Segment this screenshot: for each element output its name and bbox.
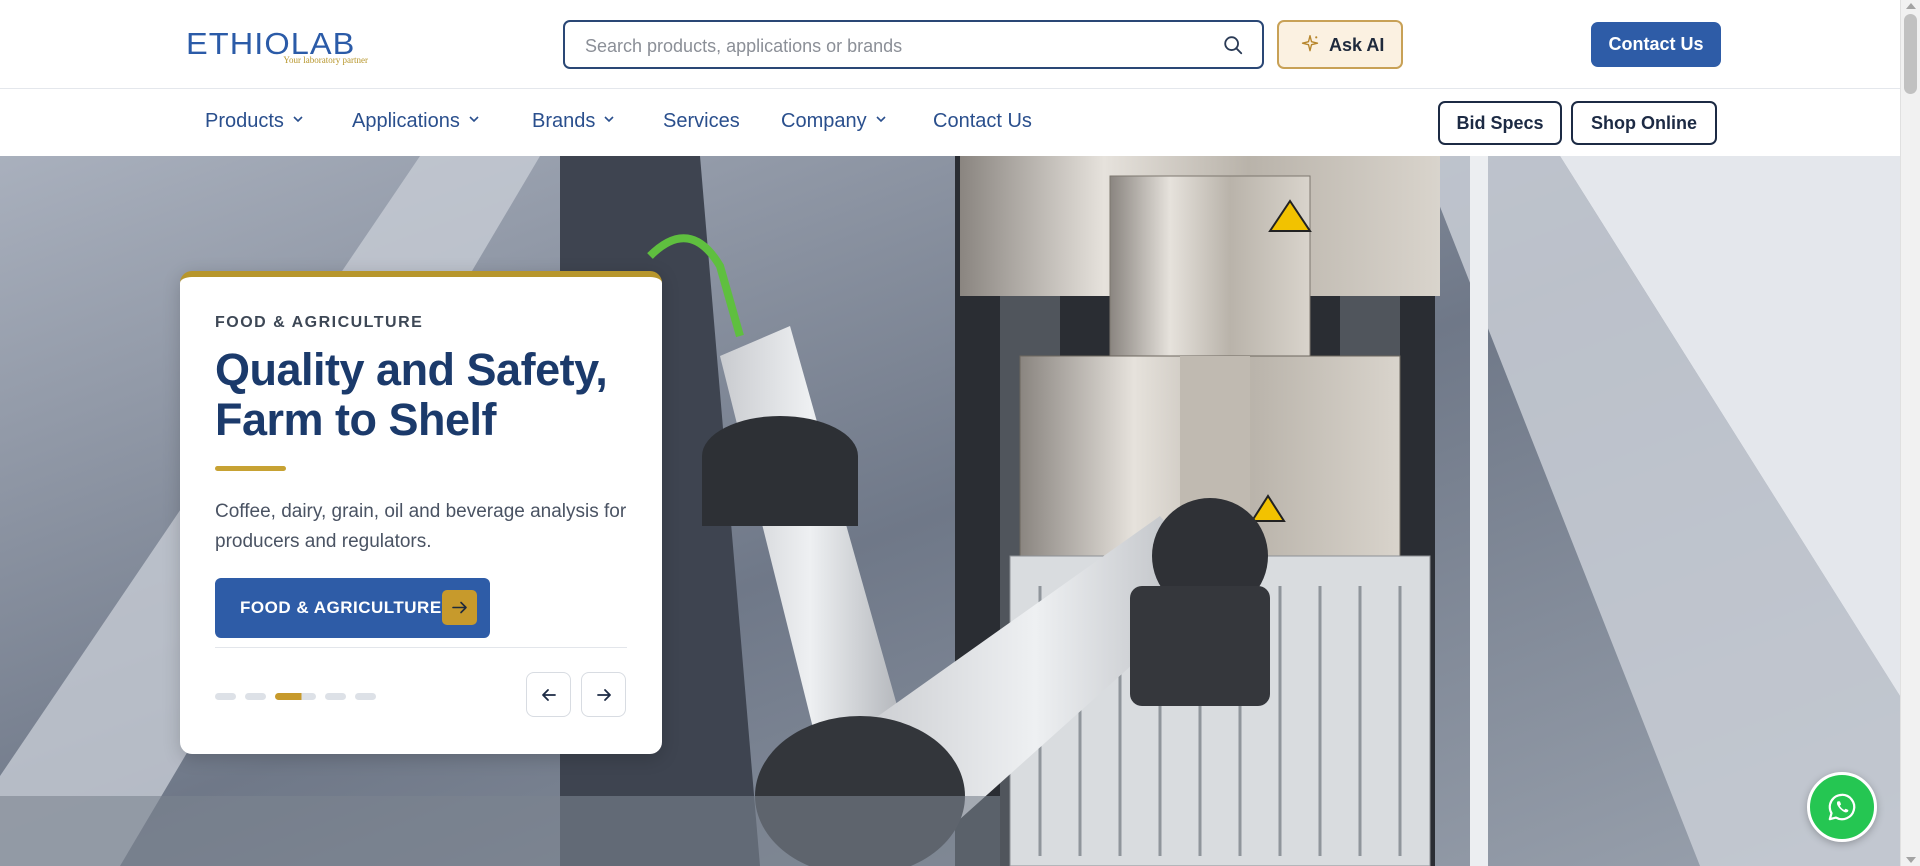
previous-slide-button[interactable]	[526, 672, 571, 717]
slide-title: Quality and Safety, Farm to Shelf	[215, 344, 608, 445]
scroll-thumb[interactable]	[1904, 14, 1917, 94]
ask-ai-label: Ask AI	[1329, 35, 1385, 55]
contact-us-button[interactable]: Contact Us	[1591, 22, 1721, 67]
search-input[interactable]: Search products, applications or brands	[563, 20, 1264, 69]
top-header: ETHIOLAB Your laboratory partner Search …	[0, 0, 1900, 89]
chevron-down-icon	[604, 116, 614, 123]
nav-item-label: Brands	[532, 110, 596, 132]
nav-item-applications[interactable]: Applications	[352, 110, 480, 133]
arrow-left-icon	[542, 689, 556, 701]
page-scrollbar[interactable]	[1900, 0, 1920, 866]
nav-item-label: Products	[205, 110, 284, 132]
slide-description: Coffee, dairy, grain, oil and beverage a…	[215, 501, 627, 552]
next-slide-button[interactable]	[581, 672, 626, 717]
slide-dot-2[interactable]	[245, 693, 266, 700]
ask-ai-button[interactable]: Ask AI	[1277, 20, 1403, 69]
arrow-right-icon	[442, 590, 477, 625]
nav-item-company[interactable]: Company	[781, 110, 887, 133]
search-icon[interactable]	[1222, 34, 1244, 56]
nav-item-brands[interactable]: Brands	[532, 110, 615, 133]
nav-item-label: Applications	[352, 110, 460, 132]
whatsapp-icon	[1828, 793, 1856, 821]
ethiolab-logo[interactable]: ETHIOLAB Your laboratory partner	[186, 28, 368, 68]
hero-banner: FOOD & AGRICULTURE Quality and Safety, F…	[0, 156, 1900, 866]
slide-dot-1[interactable]	[215, 693, 236, 700]
chevron-down-icon	[469, 116, 479, 123]
slide-dot-5[interactable]	[355, 693, 376, 700]
cta-label: FOOD & AGRICULTURE	[240, 598, 442, 617]
scroll-down-arrow[interactable]	[1906, 857, 1916, 863]
nav-item-label: Services	[663, 110, 740, 132]
main-navigation: Products Applications Brands Services Co…	[0, 90, 1900, 156]
chevron-down-icon	[293, 116, 303, 123]
scroll-up-arrow[interactable]	[1906, 3, 1916, 9]
nav-item-services[interactable]: Services	[663, 110, 740, 133]
slide-cta-button[interactable]: FOOD & AGRICULTURE	[215, 578, 490, 638]
hero-slide-card: FOOD & AGRICULTURE Quality and Safety, F…	[180, 271, 662, 754]
bid-specs-button[interactable]: Bid Specs	[1438, 101, 1562, 145]
shop-online-button[interactable]: Shop Online	[1571, 101, 1717, 145]
sparkle-icon	[1301, 35, 1319, 52]
nav-item-label: Company	[781, 110, 867, 132]
whatsapp-chat-button[interactable]	[1807, 772, 1877, 842]
arrow-right-icon	[597, 689, 611, 701]
slide-category: FOOD & AGRICULTURE	[215, 314, 424, 331]
chevron-down-icon	[876, 116, 886, 123]
nav-item-label: Contact Us	[933, 110, 1032, 132]
logo-tagline: Your laboratory partner	[283, 55, 368, 65]
nav-item-contact-us[interactable]: Contact Us	[933, 110, 1032, 133]
card-divider	[215, 647, 627, 648]
title-underline	[215, 466, 286, 471]
nav-item-products[interactable]: Products	[205, 110, 304, 133]
slide-dot-4[interactable]	[325, 693, 346, 700]
search-placeholder: Search products, applications or brands	[585, 36, 903, 56]
slide-dot-3[interactable]	[275, 693, 316, 700]
